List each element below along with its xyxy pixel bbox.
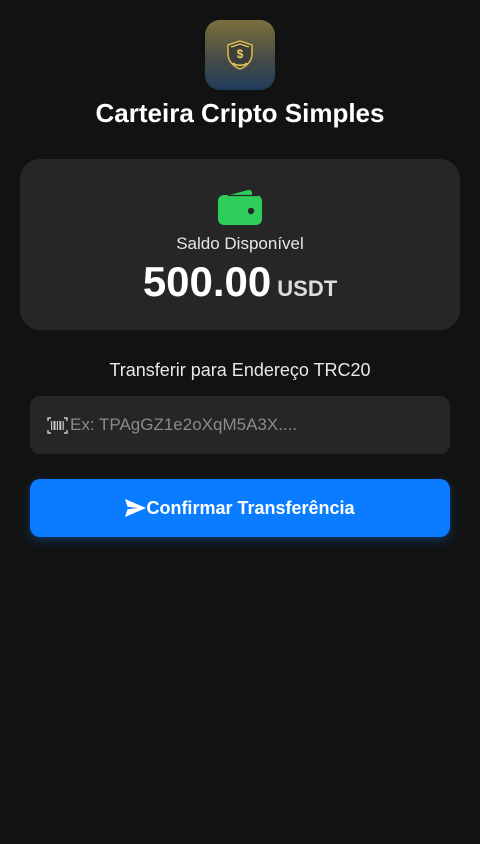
- send-icon: [125, 499, 147, 517]
- balance-currency: USDT: [277, 276, 338, 301]
- wallet-icon: [218, 189, 262, 225]
- balance-value: 500.00 USDT: [20, 257, 460, 317]
- app-logo: $: [205, 20, 275, 90]
- balance-label: Saldo Disponível: [176, 234, 304, 253]
- confirm-transfer-button[interactable]: Confirmar Transferência: [30, 479, 450, 537]
- svg-text:$: $: [237, 47, 244, 61]
- page-title: Carteira Cripto Simples: [95, 98, 385, 128]
- address-input[interactable]: [70, 415, 430, 435]
- app-screen: $ Carteira Cripto Simples Saldo Disponív…: [0, 0, 480, 844]
- confirm-transfer-label: Confirmar Transferência: [146, 497, 355, 518]
- balance-card: Saldo Disponível 500.00 USDT: [20, 159, 460, 330]
- barcode-scan-icon[interactable]: [47, 416, 68, 434]
- balance-amount: 500.00: [142, 258, 272, 305]
- address-field[interactable]: [30, 396, 450, 454]
- shield-dollar-icon: $: [227, 40, 253, 70]
- transfer-label: Transferir para Endereço TRC20: [109, 360, 371, 380]
